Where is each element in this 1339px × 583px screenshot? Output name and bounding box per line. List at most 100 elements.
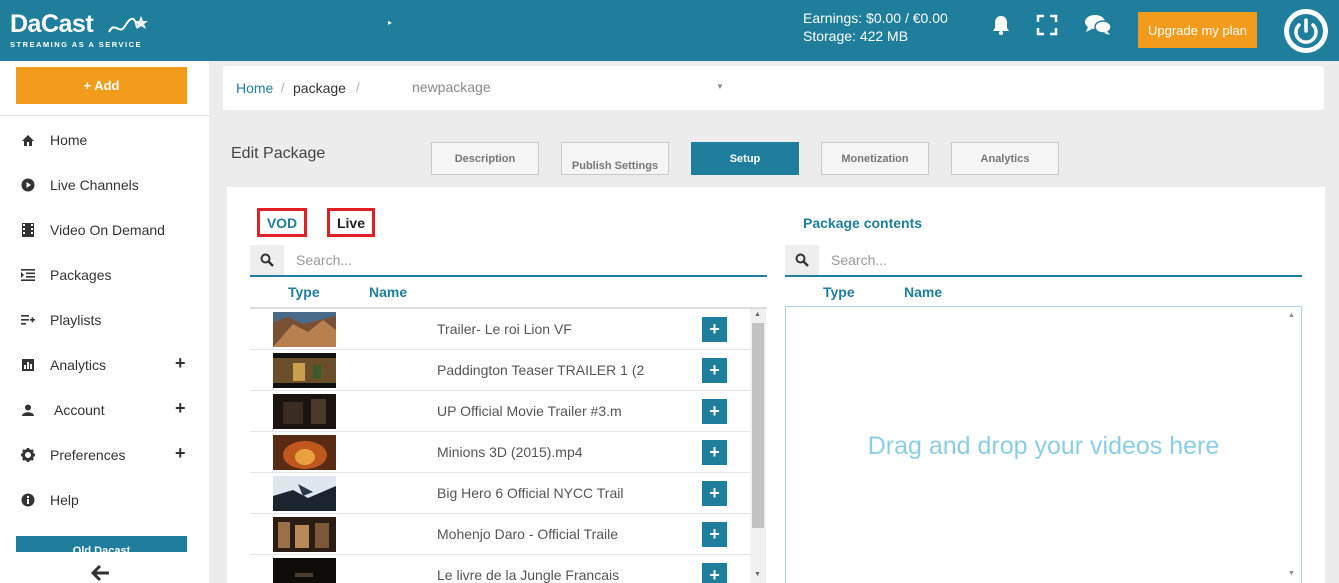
video-name: Le livre de la Jungle Francais — [437, 567, 620, 583]
list-item[interactable]: UP Official Movie Trailer #3.m + — [250, 391, 750, 432]
scroll-down-icon[interactable]: ▼ — [754, 571, 761, 578]
list-item[interactable]: Big Hero 6 Official NYCC Trail + — [250, 473, 750, 514]
add-to-package-button[interactable]: + — [702, 440, 727, 465]
fullscreen-icon[interactable] — [1034, 12, 1060, 38]
video-thumbnail — [273, 353, 336, 388]
source-search — [250, 245, 767, 277]
add-to-package-button[interactable]: + — [702, 399, 727, 424]
sidebar-divider — [0, 115, 209, 116]
scroll-up-icon[interactable]: ▲ — [1288, 312, 1295, 319]
package-search — [785, 245, 1302, 277]
column-header-name[interactable]: Name — [369, 284, 407, 300]
list-item[interactable]: Mohenjo Daro - Official Traile + — [250, 514, 750, 555]
video-thumbnail — [273, 435, 336, 470]
scroll-up-icon[interactable]: ▲ — [754, 311, 761, 318]
upgrade-plan-button[interactable]: Upgrade my plan — [1138, 12, 1257, 48]
column-header-type[interactable]: Type — [823, 284, 855, 300]
info-icon — [20, 492, 36, 508]
arrow-left-icon[interactable] — [91, 564, 111, 582]
sidebar-item-live-channels[interactable]: Live Channels — [0, 165, 209, 205]
sidebar-item-label: Packages — [50, 267, 112, 283]
drop-hint: Drag and drop your videos here — [867, 432, 1220, 460]
package-thumbnail: ▸ — [372, 13, 408, 32]
tab-publish-settings[interactable]: Publish Settings — [561, 142, 669, 175]
add-to-package-button[interactable]: + — [702, 481, 727, 506]
breadcrumb-package[interactable]: package — [293, 80, 346, 96]
video-name: Mohenjo Daro - Official Traile — [437, 526, 619, 542]
power-icon — [1289, 14, 1323, 48]
package-selector[interactable]: newpackage — [412, 79, 491, 95]
sidebar-item-account[interactable]: Account + — [0, 390, 209, 430]
vod-source-tab[interactable]: VOD — [257, 208, 307, 237]
sidebar-item-video-on-demand[interactable]: Video On Demand — [0, 210, 209, 250]
account-menu-button[interactable] — [1284, 9, 1328, 53]
search-icon[interactable] — [785, 245, 819, 275]
video-name: Minions 3D (2015).mp4 — [437, 444, 583, 460]
tab-setup[interactable]: Setup — [691, 142, 799, 175]
column-header-type[interactable]: Type — [288, 284, 320, 300]
add-button[interactable]: + Add — [16, 67, 187, 104]
sidebar-item-packages[interactable]: Packages — [0, 255, 209, 295]
sidebar-item-label: Home — [50, 132, 88, 148]
tab-monetization[interactable]: Monetization — [821, 142, 929, 175]
column-header-name[interactable]: Name — [904, 284, 942, 300]
earnings-summary: Earnings: $0.00 / €0.00 Storage: 422 MB — [803, 9, 948, 45]
breadcrumb-separator: / — [356, 80, 360, 95]
logo-tagline: STREAMING AS A SERVICE — [10, 40, 143, 49]
add-to-package-button[interactable]: + — [702, 563, 727, 583]
vod-list-scrollbar[interactable]: ▲ ▼ — [750, 309, 766, 583]
sidebar-item-label: Preferences — [50, 447, 126, 463]
storage-text: Storage: 422 MB — [803, 28, 909, 44]
breadcrumb: Home / package / — [223, 66, 1324, 110]
list-item[interactable]: Le livre de la Jungle Francais + — [250, 555, 750, 583]
film-icon — [20, 222, 36, 238]
sidebar-item-label: Video On Demand — [50, 222, 165, 238]
vod-list: Trailer- Le roi Lion VF + Paddington Tea… — [250, 307, 767, 583]
bell-icon[interactable] — [988, 12, 1014, 38]
package-contents-title: Package contents — [803, 215, 923, 231]
live-source-tab[interactable]: Live — [327, 208, 375, 237]
video-name: UP Official Movie Trailer #3.m — [437, 403, 622, 419]
scrollbar-thumb[interactable] — [752, 323, 764, 528]
dacast-logo[interactable]: DaCast STREAMING AS A SERVICE — [10, 11, 148, 49]
expand-plus-icon[interactable]: + — [175, 398, 186, 419]
top-bar: DaCast STREAMING AS A SERVICE Earnings: … — [0, 0, 1339, 61]
list-item[interactable]: Minions 3D (2015).mp4 + — [250, 432, 750, 473]
source-search-input[interactable] — [286, 245, 766, 275]
tab-description[interactable]: Description — [431, 142, 539, 175]
list-item[interactable]: Paddington Teaser TRAILER 1 (2 + — [250, 350, 750, 391]
package-search-input[interactable] — [821, 245, 1301, 275]
add-to-package-button[interactable]: + — [702, 522, 727, 547]
sidebar-item-home[interactable]: Home — [0, 120, 209, 160]
playlist-add-icon — [20, 312, 36, 328]
video-thumbnail — [273, 517, 336, 552]
chevron-down-icon[interactable]: ▼ — [716, 82, 724, 91]
breadcrumb-home-link[interactable]: Home — [236, 80, 273, 96]
sidebar-item-label: Live Channels — [50, 177, 139, 193]
package-drop-zone[interactable]: Drag and drop your videos here — [785, 306, 1302, 583]
tab-analytics[interactable]: Analytics — [951, 142, 1059, 175]
list-item[interactable]: Trailer- Le roi Lion VF + — [250, 309, 750, 350]
search-icon[interactable] — [250, 245, 284, 275]
chat-icon[interactable] — [1083, 12, 1113, 38]
expand-plus-icon[interactable]: + — [175, 443, 186, 464]
sidebar-item-preferences[interactable]: Preferences + — [0, 435, 209, 475]
add-to-package-button[interactable]: + — [702, 358, 727, 383]
add-to-package-button[interactable]: + — [702, 317, 727, 342]
sidebar-item-label: Analytics — [50, 357, 107, 373]
expand-plus-icon[interactable]: + — [175, 353, 186, 374]
sidebar-item-playlists[interactable]: Playlists — [0, 300, 209, 340]
sidebar-item-label: Account — [54, 402, 105, 418]
logo-swoosh-icon — [108, 16, 148, 33]
play-circle-icon — [20, 177, 36, 193]
video-thumbnail — [273, 312, 336, 347]
sidebar-item-analytics[interactable]: Analytics + — [0, 345, 209, 385]
sidebar-item-help[interactable]: Help — [0, 480, 209, 520]
old-dacast-button[interactable]: Old Dacast — [16, 536, 187, 552]
video-name: Big Hero 6 Official NYCC Trail — [437, 485, 624, 501]
gear-icon — [20, 447, 36, 463]
scroll-down-icon[interactable]: ▼ — [1288, 570, 1295, 577]
sidebar-item-label: Playlists — [50, 312, 102, 328]
video-name: Trailer- Le roi Lion VF — [437, 321, 572, 337]
video-thumbnail — [273, 558, 336, 583]
